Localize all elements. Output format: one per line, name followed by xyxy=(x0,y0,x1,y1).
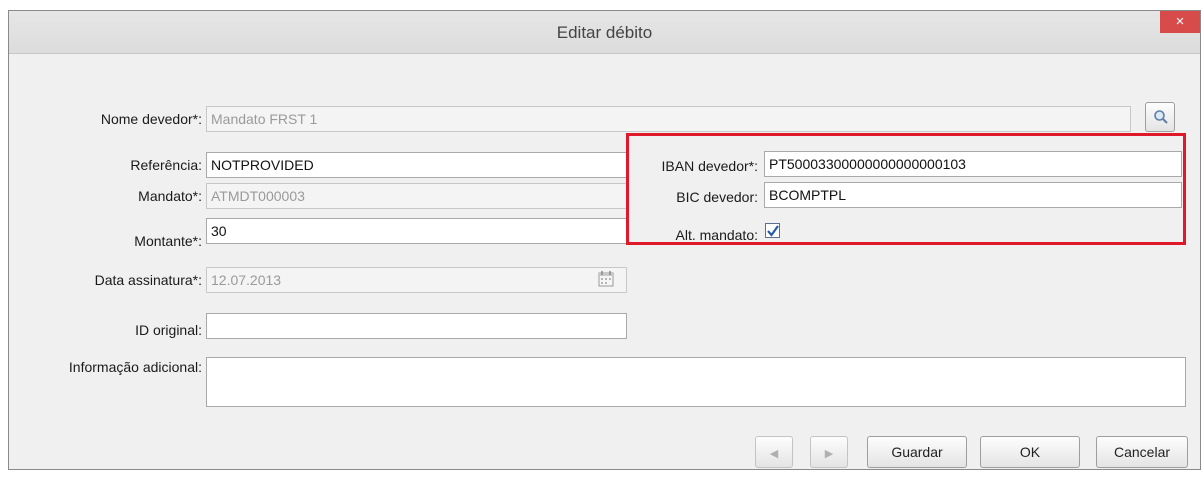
alt-mandato-label: Alt. mandato: xyxy=(675,227,759,243)
referencia-label: Referência: xyxy=(130,157,202,173)
arrow-right-icon: ▶ xyxy=(824,448,834,460)
nome-devedor-label: Nome devedor*: xyxy=(100,111,202,127)
iban-devedor-label: IBAN devedor*: xyxy=(661,158,759,174)
informacao-adicional-label: Informação adicional: xyxy=(68,359,202,375)
montante-field[interactable]: 30 xyxy=(206,218,627,244)
title-bar: Editar débito × xyxy=(9,11,1200,54)
dialog-title: Editar débito xyxy=(556,23,653,42)
informacao-adicional-field[interactable] xyxy=(206,357,1186,407)
id-original-label: ID original: xyxy=(135,322,202,338)
next-button[interactable]: ▶ xyxy=(810,436,848,468)
data-assinatura-label: Data assinatura*: xyxy=(94,272,202,288)
bic-devedor-label: BIC devedor: xyxy=(676,189,758,205)
search-button[interactable] xyxy=(1145,102,1175,132)
close-button[interactable]: × xyxy=(1160,11,1200,33)
bic-devedor-field[interactable]: BCOMPTPL xyxy=(764,182,1182,208)
alt-mandato-checkbox[interactable] xyxy=(765,223,780,238)
nome-devedor-field[interactable]: Mandato FRST 1 xyxy=(206,106,1131,132)
search-icon xyxy=(1153,109,1169,125)
id-original-field[interactable] xyxy=(206,313,627,339)
referencia-field[interactable]: NOTPROVIDED xyxy=(206,152,627,178)
iban-devedor-field[interactable]: PT50003300000000000000103 xyxy=(764,151,1182,177)
guardar-button[interactable]: Guardar xyxy=(867,436,967,468)
montante-label: Montante*: xyxy=(134,233,202,249)
cancelar-button[interactable]: Cancelar xyxy=(1096,436,1188,468)
checkmark-icon xyxy=(766,224,780,241)
previous-button[interactable]: ◀ xyxy=(755,436,793,468)
calendar-icon[interactable] xyxy=(597,270,615,288)
close-icon: × xyxy=(1175,13,1185,30)
mandato-label: Mandato*: xyxy=(138,188,202,204)
ok-button[interactable]: OK xyxy=(980,436,1080,468)
arrow-left-icon: ◀ xyxy=(769,448,779,460)
data-assinatura-field[interactable]: 12.07.2013 xyxy=(206,267,627,293)
mandato-field[interactable]: ATMDT000003 xyxy=(206,183,627,209)
